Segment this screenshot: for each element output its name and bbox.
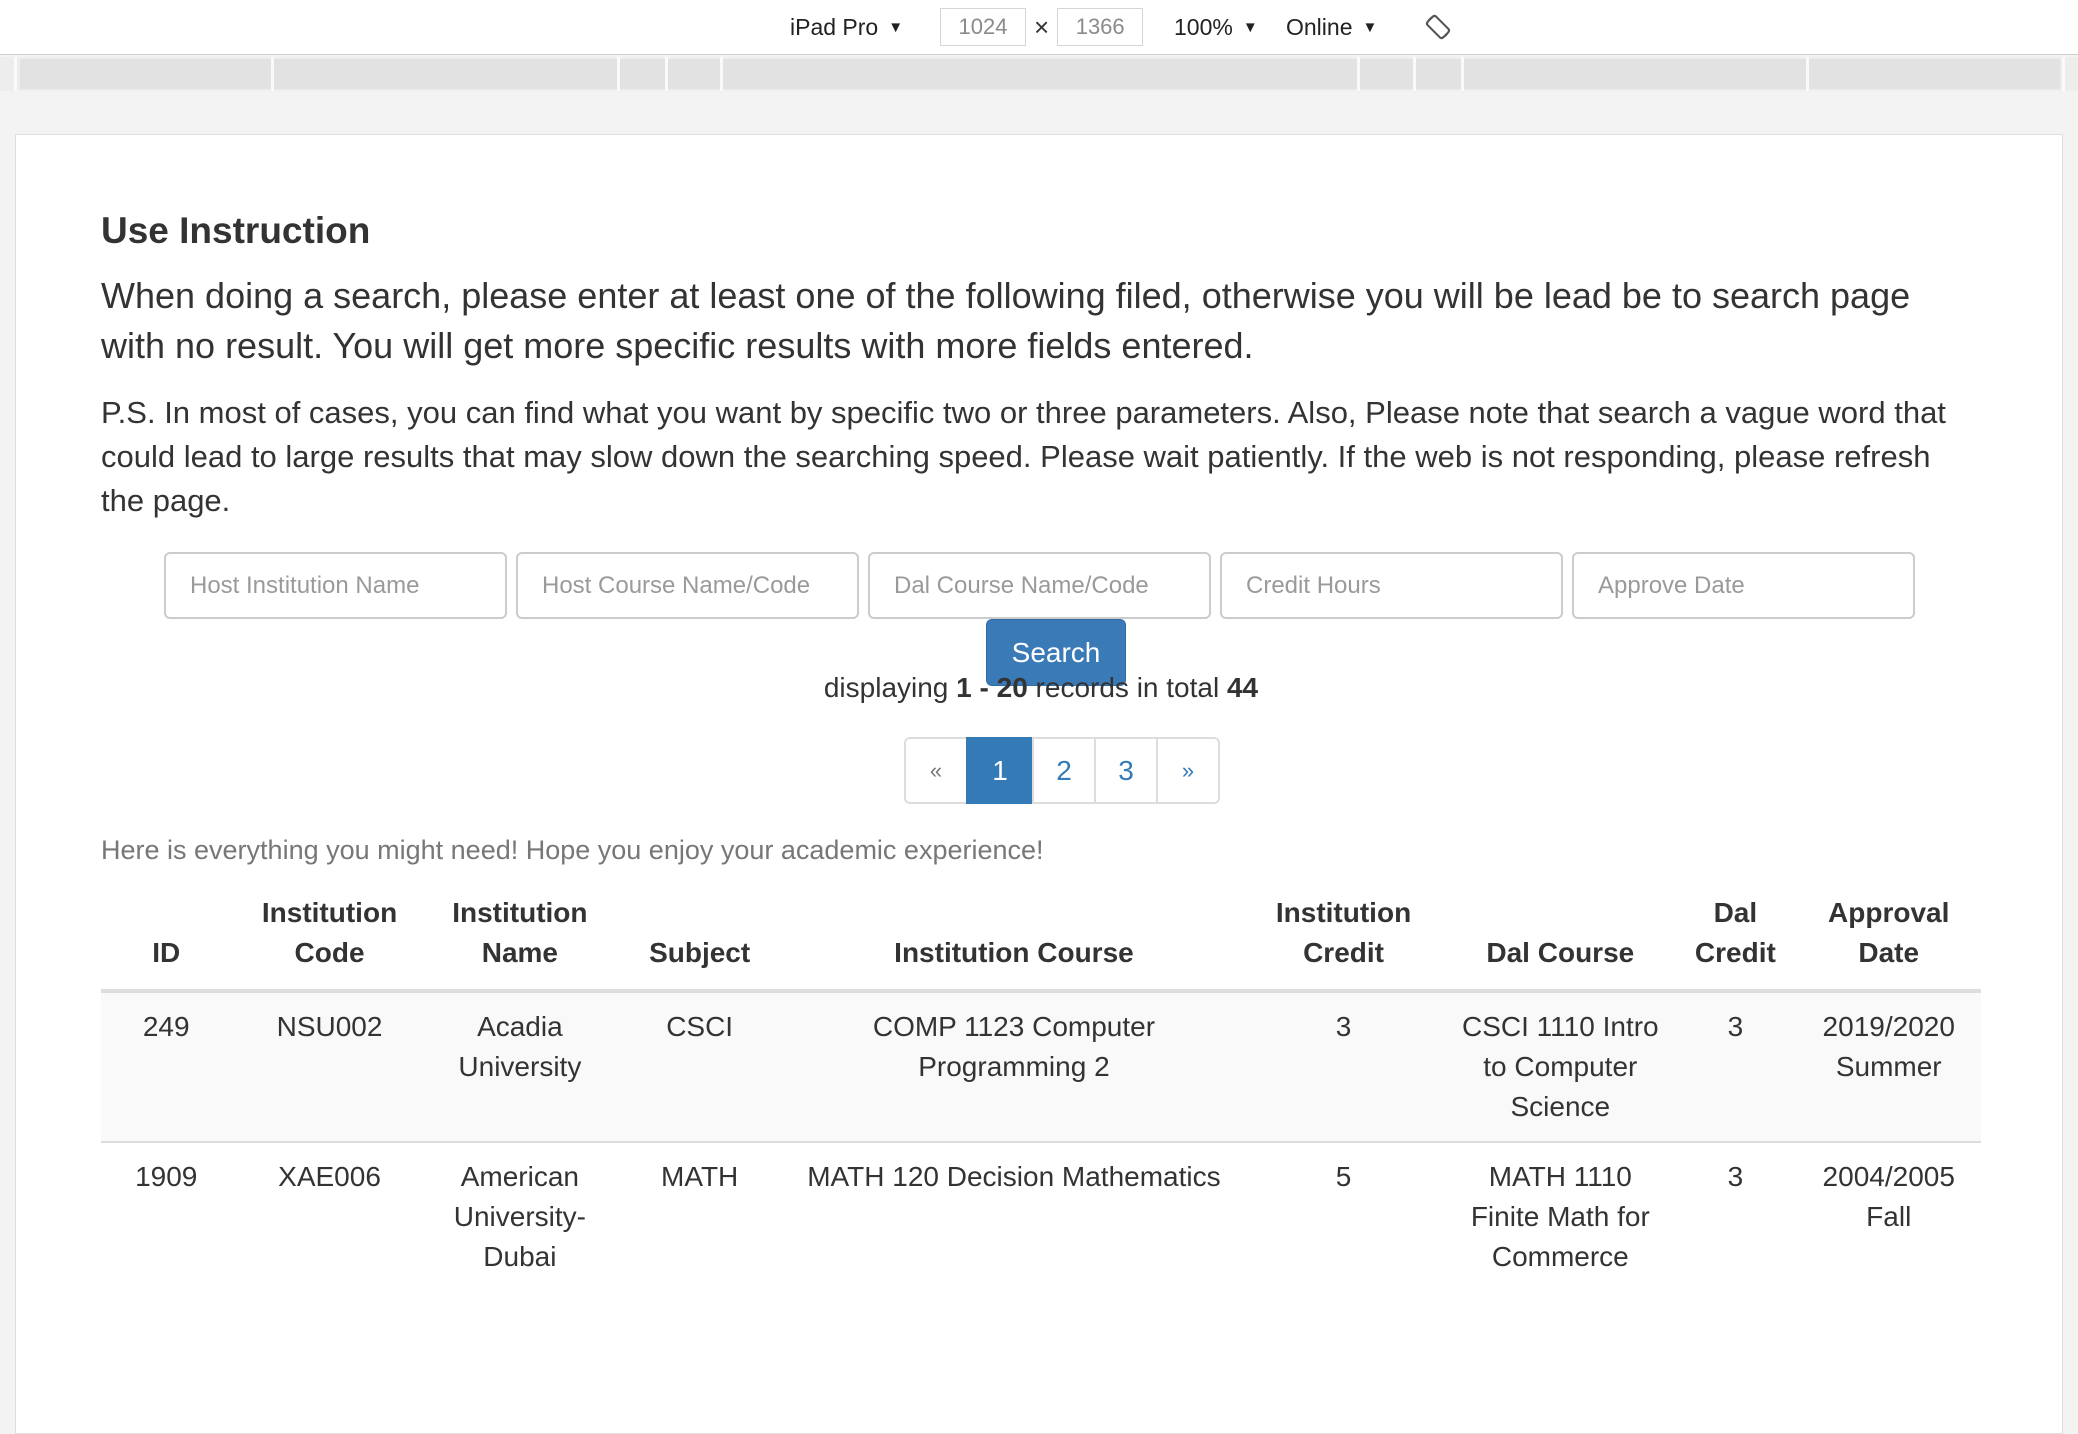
dal-course-input[interactable]	[868, 552, 1211, 619]
cell-institution-code: XAE006	[231, 1141, 428, 1291]
column-header-institution-code: Institution Code	[231, 883, 428, 993]
cell-institution-credit: 3	[1240, 990, 1447, 1142]
ruler-divider	[1806, 57, 1809, 91]
cell-institution-course: MATH 120 Decision Mathematics	[787, 1141, 1241, 1291]
table-row: 1909 XAE006 American University-Dubai MA…	[101, 1141, 1981, 1291]
cell-dal-credit: 3	[1674, 1141, 1797, 1291]
column-header-dal-credit: Dal Credit	[1674, 883, 1797, 993]
device-viewport: Use Instruction When doing a search, ple…	[15, 134, 2063, 1434]
zoom-select[interactable]: 100% ▼	[1174, 14, 1258, 41]
cell-id: 249	[101, 990, 232, 1142]
cell-institution-course: COMP 1123 Computer Programming 2	[787, 990, 1241, 1142]
rotate-button[interactable]	[1423, 12, 1453, 42]
ruler-divider	[1461, 57, 1464, 91]
column-header-institution-credit: Institution Credit	[1240, 883, 1447, 993]
records-total: 44	[1226, 672, 1259, 703]
network-select[interactable]: Online ▼	[1286, 14, 1377, 41]
host-institution-input[interactable]	[164, 552, 507, 619]
pagination-page-1[interactable]: 1	[966, 737, 1034, 804]
cell-id: 1909	[101, 1141, 232, 1291]
ruler-divider	[665, 57, 668, 91]
records-prefix: displaying	[823, 672, 957, 703]
table-header-row: ID Institution Code Institution Name Sub…	[101, 883, 1981, 993]
column-header-subject: Subject	[612, 883, 788, 993]
ruler-divider	[1357, 57, 1360, 91]
ruler-divider	[2062, 57, 2065, 91]
device-toolbar: iPad Pro ▼ 1024 × 1366 100% ▼ Online ▼	[0, 0, 2078, 55]
ruler-divider	[271, 57, 274, 91]
network-label: Online	[1286, 13, 1353, 40]
records-summary: displaying 1 - 20 records in total 44	[101, 672, 1981, 704]
ruler-divider	[1413, 57, 1416, 91]
cell-institution-credit: 5	[1240, 1141, 1447, 1291]
media-query-ruler	[0, 57, 2078, 91]
instruction-title: Use Instruction	[101, 210, 371, 251]
device-label: iPad Pro	[790, 13, 879, 40]
records-middle: records in total	[1027, 672, 1227, 703]
ruler-divider	[14, 57, 17, 91]
chevron-down-icon: ▼	[1242, 18, 1258, 36]
cell-approval-date: 2004/2005 Fall	[1796, 1141, 1981, 1291]
approve-date-input[interactable]	[1572, 552, 1915, 619]
host-course-input[interactable]	[516, 552, 859, 619]
instruction-ps: P.S. In most of cases, you can find what…	[101, 395, 1946, 518]
chevron-down-icon: ▼	[888, 18, 904, 36]
pagination-page-2[interactable]: 2	[1032, 737, 1096, 804]
times-icon: ×	[1034, 11, 1050, 42]
column-header-approval-date: Approval Date	[1796, 883, 1981, 993]
pagination-page-3[interactable]: 3	[1094, 737, 1158, 804]
column-header-dal-course: Dal Course	[1446, 883, 1675, 993]
records-range: 1 - 20	[956, 672, 1028, 703]
chevron-down-icon: ▼	[1362, 18, 1378, 36]
cell-institution-name: American University-Dubai	[427, 1141, 613, 1291]
cell-dal-course: MATH 1110 Finite Math for Commerce	[1446, 1141, 1675, 1291]
column-header-institution-name: Institution Name	[427, 883, 613, 993]
column-header-institution-course: Institution Course	[787, 883, 1241, 993]
cell-subject: CSCI	[612, 990, 788, 1142]
ruler-segment	[20, 59, 2060, 89]
table-row: 249 NSU002 Acadia University CSCI COMP 1…	[101, 990, 1981, 1142]
ruler-divider	[617, 57, 620, 91]
zoom-label: 100%	[1174, 13, 1233, 40]
instruction-lead: When doing a search, please enter at lea…	[101, 275, 1911, 366]
width-input[interactable]: 1024	[940, 8, 1026, 46]
height-input[interactable]: 1366	[1057, 8, 1144, 46]
column-header-id: ID	[101, 883, 232, 993]
pagination: « 1 2 3 »	[904, 737, 1220, 804]
search-form	[164, 552, 1924, 619]
cell-institution-code: NSU002	[231, 990, 428, 1142]
cell-approval-date: 2019/2020 Summer	[1796, 990, 1981, 1142]
credit-hours-input[interactable]	[1220, 552, 1563, 619]
cell-subject: MATH	[612, 1141, 788, 1291]
pagination-next-button[interactable]: »	[1156, 737, 1220, 804]
ruler-divider	[720, 57, 723, 91]
device-select[interactable]: iPad Pro ▼	[790, 14, 903, 41]
results-note: Here is everything you might need! Hope …	[101, 835, 1044, 865]
rotate-icon	[1425, 14, 1451, 40]
cell-dal-credit: 3	[1674, 990, 1797, 1142]
results-table: ID Institution Code Institution Name Sub…	[101, 883, 1981, 1291]
pagination-prev-button[interactable]: «	[904, 737, 968, 804]
cell-institution-name: Acadia University	[427, 990, 613, 1142]
cell-dal-course: CSCI 1110 Intro to Computer Science	[1446, 990, 1675, 1142]
